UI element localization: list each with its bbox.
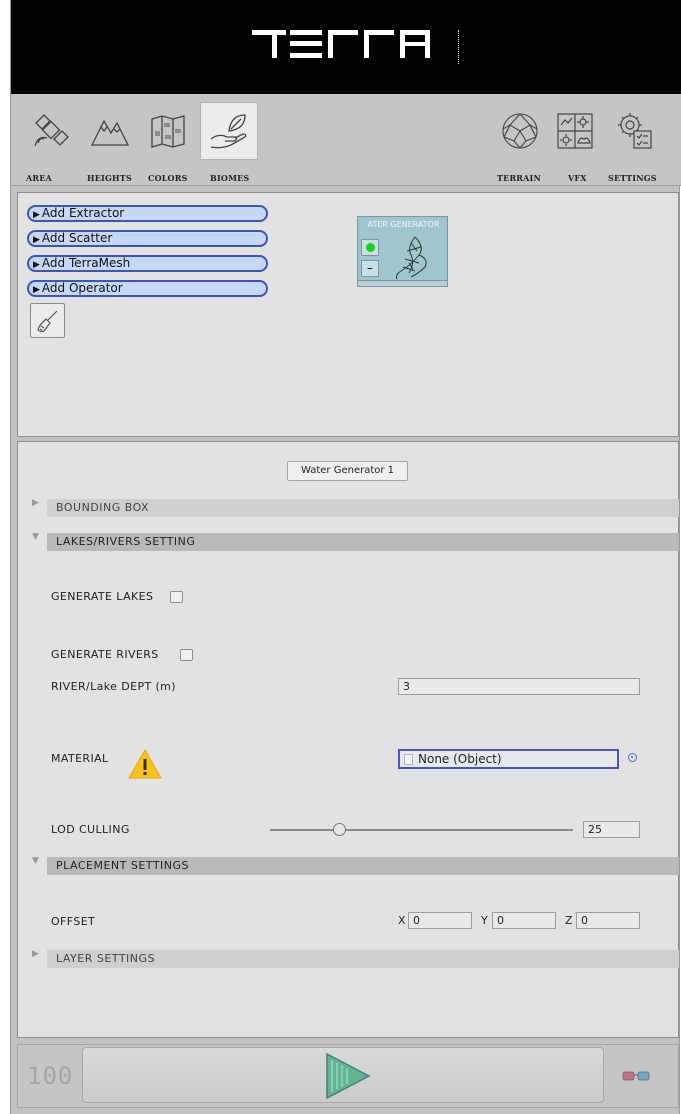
generate-rivers-label: GENERATE RIVERS: [51, 648, 159, 661]
generate-lakes-label: GENERATE LAKES: [51, 590, 154, 603]
object-picker-icon[interactable]: [628, 753, 637, 762]
node-remove-button[interactable]: –: [361, 260, 379, 277]
lod-slider-thumb[interactable]: [333, 823, 347, 836]
generate-play-button[interactable]: [82, 1047, 604, 1103]
section-layer-settings[interactable]: LAYER SETTINGS: [47, 950, 679, 968]
section-lakes-rivers[interactable]: LAKES/RIVERS SETTING: [47, 533, 679, 551]
generate-lakes-checkbox[interactable]: [170, 591, 183, 603]
play-triangle-icon: ▶: [33, 235, 40, 245]
expanded-arrow-icon[interactable]: ▼: [32, 532, 39, 542]
clear-graph-button[interactable]: [30, 303, 65, 338]
offset-x-field[interactable]: 0: [408, 912, 472, 929]
offset-y-label: Y: [481, 914, 488, 927]
frame-counter: 100: [27, 1062, 74, 1090]
water-generator-node[interactable]: ATER GENERATOR –: [357, 216, 448, 287]
collapsed-arrow-icon[interactable]: ▶: [32, 949, 39, 959]
object-doc-icon: [404, 754, 413, 765]
map-icon: [151, 115, 185, 148]
tool-colors-label: COLORS: [148, 173, 188, 183]
terra-logo-icon: [252, 30, 430, 58]
3d-glasses-icon[interactable]: [622, 1069, 650, 1083]
add-terramesh-label: Add TerraMesh: [41, 256, 131, 270]
node-footer: [358, 280, 447, 286]
bottom-bar: 100: [17, 1044, 679, 1108]
lod-value-field[interactable]: 25: [583, 821, 640, 838]
section-placement[interactable]: PLACEMENT SETTINGS: [47, 857, 679, 875]
add-operator-button[interactable]: ▶ Add Operator: [27, 280, 268, 297]
object-name-button[interactable]: Water Generator 1: [287, 461, 408, 481]
leaf-hand-icon: [210, 114, 247, 149]
material-object-field[interactable]: None (Object): [398, 749, 619, 769]
offset-z-field[interactable]: 0: [576, 912, 640, 929]
expanded-arrow-icon[interactable]: ▼: [32, 856, 39, 866]
add-operator-label: Add Operator: [41, 281, 123, 295]
play-triangle-icon: ▶: [33, 210, 40, 220]
logo-subtext: [458, 30, 463, 64]
gear-checklist-icon: [618, 113, 652, 149]
warning-icon: [128, 748, 162, 779]
offset-z-label: Z: [565, 914, 573, 927]
brush-icon: [36, 310, 57, 332]
sphere-mesh-icon: [502, 113, 538, 149]
tool-area-button[interactable]: [23, 102, 81, 160]
node-enable-toggle[interactable]: [361, 239, 379, 256]
water-generator-icon: [396, 236, 427, 280]
tool-settings-button[interactable]: [605, 102, 663, 160]
node-title: ATER GENERATOR: [367, 220, 440, 229]
node-status-dot: [365, 243, 375, 252]
offset-label: OFFSET: [51, 915, 96, 928]
tool-terrain-button[interactable]: [491, 102, 549, 160]
tool-heights-button[interactable]: [81, 102, 139, 160]
lod-slider-track[interactable]: [270, 829, 573, 831]
node-graph-panel[interactable]: ▶ Add Extractor ▶ Add Scatter ▶ Add TerraMe…: [17, 192, 679, 437]
offset-y-field[interactable]: 0: [492, 912, 556, 929]
tool-colors-button[interactable]: [139, 102, 197, 160]
satellite-icon: [34, 114, 69, 147]
tool-heights-label: HEIGHTS: [87, 173, 132, 183]
tool-area-label: AREA: [26, 173, 52, 183]
add-extractor-label: Add Extractor: [41, 206, 125, 220]
add-scatter-label: Add Scatter: [41, 231, 113, 245]
main-toolbar: AREA HEIGHTS COLORS BIOMES TERRAIN VFX S…: [11, 94, 681, 186]
logo-header: [11, 0, 681, 94]
tool-vfx-button[interactable]: [546, 102, 604, 160]
add-extractor-button[interactable]: ▶ Add Extractor: [27, 205, 268, 222]
collapsed-arrow-icon[interactable]: ▶: [32, 498, 39, 508]
play-icon: [326, 1052, 371, 1100]
river-depth-field[interactable]: 3: [398, 678, 640, 695]
tool-biomes-button[interactable]: [200, 102, 258, 160]
tool-vfx-label: VFX: [568, 173, 587, 183]
tool-terrain-label: TERRAIN: [497, 173, 542, 183]
app-frame: AREA HEIGHTS COLORS BIOMES TERRAIN VFX S…: [10, 0, 681, 1114]
tool-settings-label: SETTINGS: [608, 173, 657, 183]
vfx-grid-icon: [557, 113, 593, 149]
app-logo: [11, 24, 681, 73]
material-label: MATERIAL: [51, 752, 109, 765]
play-triangle-icon: ▶: [33, 260, 40, 270]
offset-x-label: X: [398, 914, 406, 927]
section-bounding-box[interactable]: BOUNDING BOX: [47, 499, 679, 517]
tool-biomes-label: BIOMES: [210, 173, 250, 183]
lod-culling-label: LOD CULLING: [51, 823, 130, 836]
river-depth-label: RIVER/Lake DEPT (m): [51, 680, 176, 693]
material-value: None (Object): [418, 752, 502, 766]
inspector-panel: Water Generator 1 ▶ BOUNDING BOX ▼ LAKES…: [17, 441, 679, 1038]
mountains-icon: [90, 119, 130, 146]
add-scatter-button[interactable]: ▶ Add Scatter: [27, 230, 268, 247]
add-terramesh-button[interactable]: ▶ Add TerraMesh: [27, 255, 268, 272]
generate-rivers-checkbox[interactable]: [180, 649, 193, 661]
play-triangle-icon: ▶: [33, 285, 40, 295]
